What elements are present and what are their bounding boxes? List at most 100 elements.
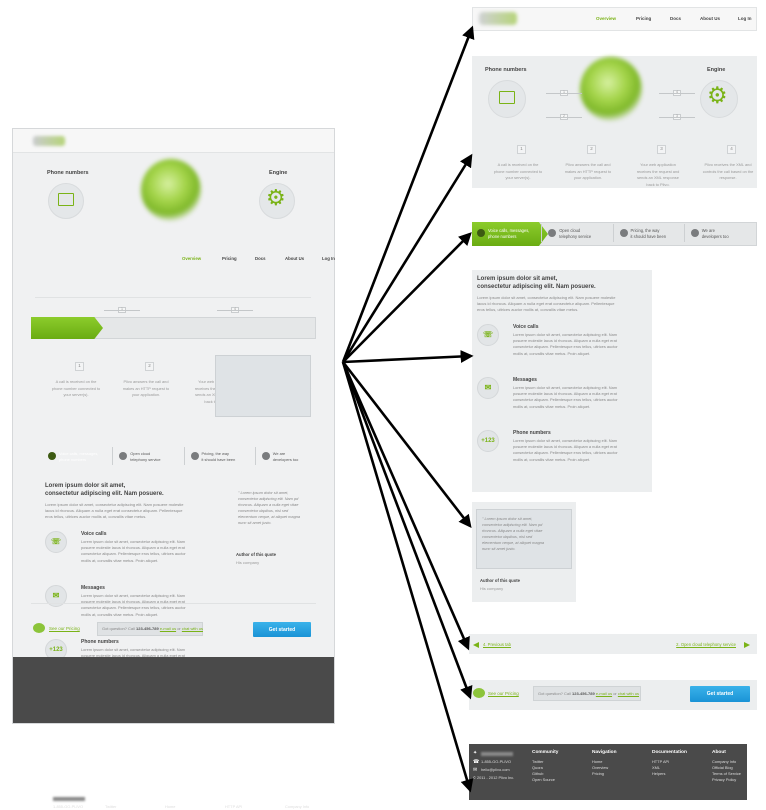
footer-link[interactable]: Github [532, 772, 543, 776]
footer-link[interactable]: Overview [592, 766, 608, 770]
prev-tab-link[interactable]: 4. Previous tab [483, 642, 511, 647]
step-text-line: Plivo answers the call and [565, 162, 611, 167]
footer-link[interactable]: Open Source [532, 778, 555, 782]
footer-link[interactable]: Helpers [652, 772, 665, 776]
mock-get-started-button[interactable]: Get started [253, 622, 311, 637]
crop-phone-screen-icon [499, 91, 515, 104]
quote-line: elementum neque, at aliquet magna [482, 540, 545, 545]
quote-line: consectetur dapibus, nisl sed [238, 508, 289, 513]
tab-label-line[interactable]: developers too [273, 457, 299, 462]
tab-label-line[interactable]: it should have been [631, 234, 667, 239]
callout-arrow [342, 349, 474, 364]
feature-text-line: posuere molestie lacus id rhoncus. Aliqu… [513, 444, 617, 450]
crop-left-title: Phone numbers [485, 67, 527, 73]
footer-link[interactable]: Company Info [712, 760, 736, 764]
crop-get-started-button[interactable]: Get started [690, 686, 750, 702]
footer-link[interactable]: Home [165, 805, 175, 809]
mock-tab-active[interactable] [31, 317, 103, 339]
tab-label-line[interactable]: it should have been [202, 457, 236, 462]
footer-link[interactable]: XML [652, 766, 660, 770]
content-heading-line: Lorem ipsum dolor sit amet, [45, 483, 126, 489]
twitter-icon: ✦ [473, 750, 478, 756]
quote-line: rhoncus. Aliquam a nulla eget vitae [238, 502, 299, 507]
nav-link-pricing[interactable]: Pricing [636, 16, 651, 22]
footer-column-title: Community [532, 750, 559, 755]
mock-pricing-link[interactable]: See our Pricing [49, 626, 80, 632]
tab-label-line[interactable]: Open cloud [130, 452, 150, 456]
nav-link-docs[interactable]: Docs [670, 16, 681, 22]
quote-line: rhoncus. Aliquam a nulla eget vitae [482, 528, 543, 533]
feature-text-line: Lorem ipsum dolor sit amet, consectetur … [81, 593, 186, 598]
step-text-line: your server(s). [63, 392, 89, 397]
tab-label-line[interactable]: phone numbers [59, 457, 86, 462]
tab-label-line[interactable]: Voice calls, messages, [488, 228, 529, 233]
feature-title: Voice calls [513, 324, 539, 330]
nav-link-overview[interactable]: Overview [182, 256, 201, 261]
tab-label-line[interactable]: phone numbers [488, 234, 516, 239]
footer-link[interactable]: Twitter [105, 805, 116, 809]
crop-pricing-link[interactable]: See our Pricing [488, 691, 519, 697]
footer-link[interactable]: Twitter [532, 760, 543, 764]
footer-link[interactable]: Privacy Policy [712, 778, 736, 782]
content-heading-line: Lorem ipsum dolor sit amet, [477, 276, 558, 282]
content-intro-line: Lorem ipsum dolor sit amet, consectetur … [45, 502, 184, 507]
arrow-line [659, 93, 695, 94]
step-text-line: A call is received on the [55, 379, 97, 384]
nav-link-docs[interactable]: Docs [255, 256, 266, 261]
mock-left-title: Phone numbers [47, 170, 89, 176]
footer-link[interactable]: Official Blog [712, 766, 733, 770]
step-text-line: phone number connected to [51, 385, 101, 391]
nav-link-about-us[interactable]: About Us [700, 16, 720, 22]
content-intro-line: eros tellus, ultrices auctor mollis at, … [477, 307, 579, 313]
content-intro-line: eros tellus, ultrices auctor mollis at, … [45, 514, 147, 520]
next-tab-link[interactable]: 2. Open cloud telephony service [664, 642, 736, 647]
feature-text-line: mollis at, convallis vitae metus. Proin … [513, 456, 591, 462]
footer-column-title: About [712, 750, 726, 755]
footer-link[interactable]: Company Info [285, 805, 309, 809]
footer-link[interactable]: HTTP API [652, 760, 669, 764]
phone-icon: ☏ [50, 537, 61, 546]
nav-link-log-in[interactable]: Log In [322, 256, 335, 261]
footer-column-title: Navigation [592, 750, 617, 755]
tab-label-line[interactable]: developers too [702, 234, 729, 239]
quote-line: consectetur adipiscing elit. Nam pd [238, 496, 299, 501]
footer-link[interactable]: Terms of Service [712, 772, 741, 776]
step-text-line: A call is received on the [497, 162, 539, 167]
nav-link-log-in[interactable]: Log In [738, 16, 752, 22]
footer-link[interactable]: Quora [532, 766, 543, 770]
callout-arrow [341, 153, 473, 363]
footer-contact-line: 1-855-GO-PLIVO [481, 759, 512, 764]
tab-label-line[interactable]: telephony service [559, 234, 591, 239]
quote-author: Author of this quote [236, 552, 277, 557]
step-text-line: Plivo receives the XML and [704, 162, 752, 167]
content-intro-line: lacus id rhoncus. Aliquam a nulla eget e… [477, 301, 615, 307]
quote-company: His company [480, 586, 504, 591]
quote-line: elementum neque, at aliquet magna [238, 514, 301, 519]
step-text-line: your server(s). [505, 175, 531, 180]
nav-link-overview[interactable]: Overview [596, 16, 616, 22]
step-text-line: Your web application [640, 162, 676, 167]
tab-label-line[interactable]: We are [702, 228, 715, 233]
mock-quote-box [215, 355, 311, 417]
footer-column-title: Navigation [165, 795, 190, 800]
footer-contact-line: 1-855-GO-PLIVO [53, 804, 84, 809]
tab-label-line[interactable]: Open cloud [559, 228, 580, 233]
feature-title: Voice calls [81, 531, 107, 537]
footer-link[interactable]: Home [592, 760, 602, 764]
tab-label-line[interactable]: Pricing, the way [631, 228, 660, 233]
mock-center-blob [141, 159, 201, 221]
nav-link-pricing[interactable]: Pricing [222, 256, 237, 261]
tab-label-line[interactable]: We are [273, 452, 285, 456]
step-text-line: your application. [131, 392, 161, 397]
footer-link[interactable]: Pricing [592, 772, 604, 776]
tab-label-line[interactable]: Pricing, the way [202, 452, 229, 456]
tab-label-line[interactable]: Voice calls, messages, [59, 452, 98, 456]
tab-label-line[interactable]: telephony service [130, 457, 160, 462]
mock-logo [33, 136, 65, 146]
diagram-canvas: Overview Pricing Docs About Us Log In Phone … [0, 0, 766, 810]
footer-link[interactable]: HTTP API [225, 805, 242, 809]
tab-icon [190, 452, 199, 460]
footer-column-title: Documentation [225, 795, 260, 800]
nav-link-about-us[interactable]: About Us [285, 256, 304, 261]
footer-contact-line: hello@plivo.com [481, 767, 510, 772]
